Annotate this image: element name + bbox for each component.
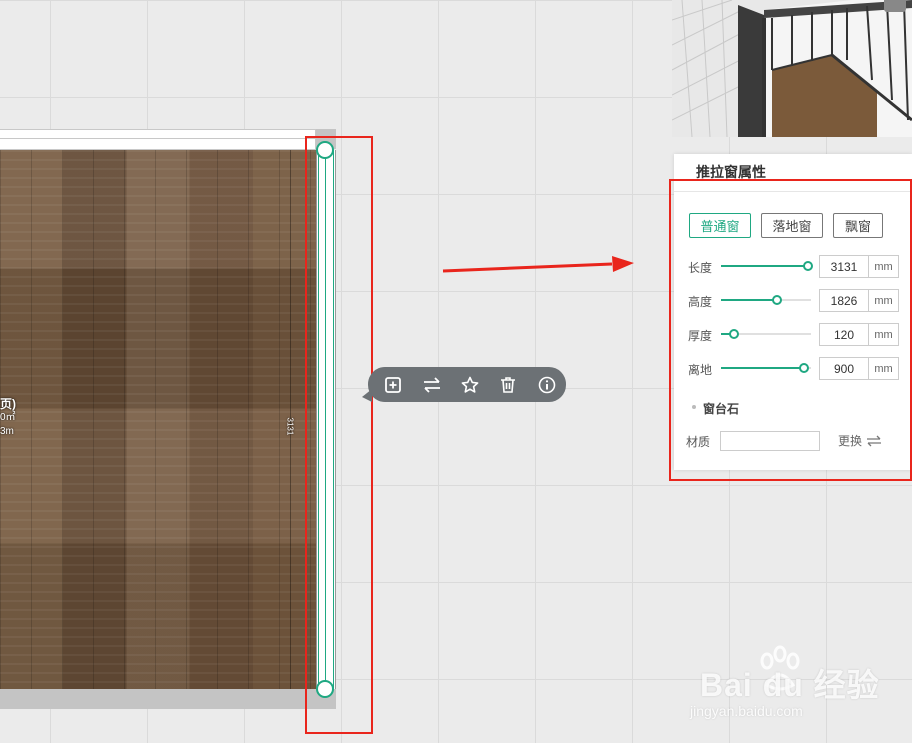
highlight-box-panel [669, 179, 912, 481]
room-label[interactable]: 页) 0㎡ 3m [0, 397, 16, 439]
delete-button[interactable] [489, 367, 527, 402]
room-label-perimeter: 3m [0, 426, 14, 437]
favorite-button[interactable] [451, 367, 489, 402]
3d-preview[interactable] [672, 0, 912, 137]
wall-top[interactable] [0, 129, 316, 150]
add-box-icon [385, 376, 402, 393]
swap-icon [423, 376, 440, 393]
info-icon [538, 376, 556, 393]
watermark-url: jingyan.baidu.com [690, 703, 803, 719]
floor-area[interactable] [0, 150, 316, 689]
expand-preview-button[interactable] [884, 0, 906, 12]
watermark-logo: Bai du 经验 [700, 667, 880, 703]
wall-bottom[interactable] [0, 689, 336, 709]
trash-icon [501, 376, 516, 393]
add-box-button[interactable] [374, 367, 412, 402]
window-dimension-label: 3131 [285, 417, 295, 436]
room-label-area: 0㎡ [0, 412, 16, 423]
star-icon [461, 376, 479, 393]
room-label-name: 页) [0, 397, 16, 411]
annotation-arrow [442, 256, 634, 273]
swap-button[interactable] [412, 367, 450, 402]
highlight-box-window [305, 136, 373, 734]
object-toolbar [362, 367, 566, 402]
info-button[interactable] [528, 367, 566, 402]
